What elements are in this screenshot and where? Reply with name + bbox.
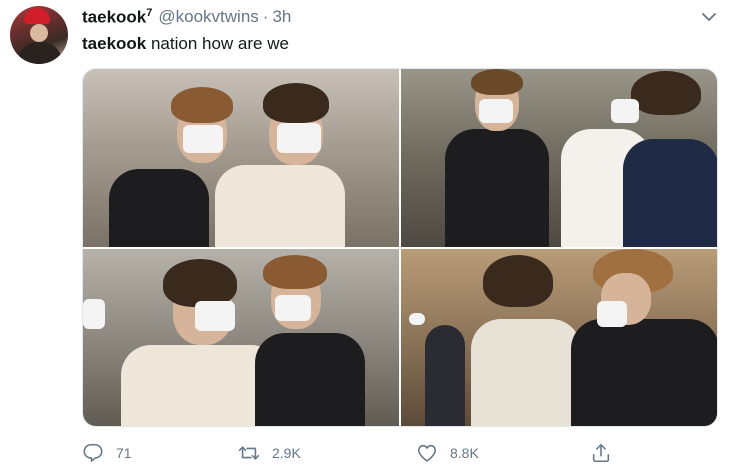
chevron-down-icon[interactable] [700,10,718,24]
photo-figure [479,99,513,123]
tweet-header: taekook7 @kookvtwins · 3h [82,6,291,28]
photo-figure [425,325,465,426]
heart-icon [417,444,437,462]
photo-figure [83,299,105,329]
photo-figure [597,301,627,327]
retweet-icon [238,446,260,460]
separator-dot: · [262,7,269,26]
avatar-face [30,24,48,42]
photo-figure [215,165,345,247]
media-grid [82,68,718,427]
photo-figure [275,295,311,321]
tweet-text: taekook nation how are we [82,34,289,54]
photo-figure [631,71,701,115]
tweet-text-rest: nation how are we [146,34,289,53]
photo-4[interactable] [401,249,717,426]
share-icon [592,443,610,463]
photo-figure [263,255,327,289]
photo-figure [471,69,523,95]
user-handle[interactable]: @kookvtwins [158,7,258,27]
like-button[interactable]: 8.8K [416,436,479,470]
share-button[interactable] [590,436,624,470]
photo-3[interactable] [83,249,399,426]
comment-icon [83,443,103,462]
photo-figure [109,169,209,247]
photo-1[interactable] [83,69,399,247]
retweet-button[interactable]: 2.9K [238,436,301,470]
avatar-cap [24,8,50,24]
reply-count: 71 [116,445,132,461]
photo-figure [171,87,233,123]
photo-figure [183,125,223,153]
tweet[interactable]: taekook7 @kookvtwins · 3h taekook nation… [0,0,736,476]
photo-figure [483,255,553,307]
tweet-actions: 71 2.9K 8.8K [0,436,736,470]
like-count: 8.8K [450,445,479,461]
avatar[interactable] [10,6,68,64]
tweet-text-bold: taekook [82,34,147,53]
photo-figure [611,99,639,123]
photo-figure [571,319,717,426]
photo-figure [409,313,425,325]
photo-figure [623,139,717,247]
name-superscript: 7 [146,6,153,19]
retweet-count: 2.9K [272,445,301,461]
timestamp[interactable]: 3h [272,7,291,27]
photo-figure [195,301,235,331]
photo-figure [263,83,329,123]
avatar-body [18,42,62,64]
photo-figure [277,123,321,153]
photo-figure [163,259,237,307]
photo-figure [445,129,549,247]
reply-button[interactable]: 71 [82,436,132,470]
photo-2[interactable] [401,69,717,247]
photo-figure [471,319,581,426]
display-name[interactable]: taekook7 [82,7,152,28]
photo-figure [255,333,365,426]
